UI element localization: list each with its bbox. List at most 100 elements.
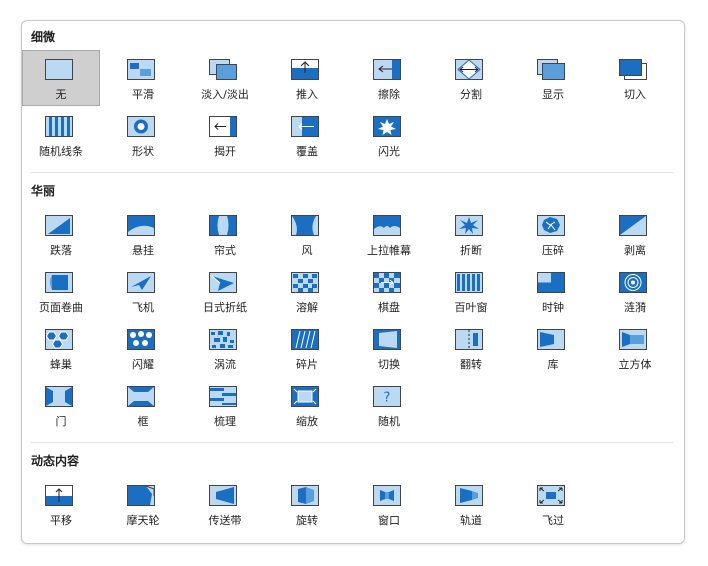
conveyor-icon xyxy=(208,484,238,507)
section-title-subtle: 细微 xyxy=(31,30,56,44)
transition-label: 平移 xyxy=(50,514,72,527)
transition-doors[interactable]: 门 xyxy=(22,377,100,433)
transition-label: 上拉帷幕 xyxy=(367,244,411,257)
transition-cover[interactable]: 覆盖 xyxy=(268,107,346,163)
transition-label: 百叶窗 xyxy=(454,301,488,314)
fade-icon xyxy=(208,58,238,81)
transition-shape[interactable]: 形状 xyxy=(104,107,182,163)
transition-label: 揭开 xyxy=(214,145,236,158)
transition-curtains[interactable]: 帘式 xyxy=(186,206,264,262)
flip-icon xyxy=(454,328,484,351)
transition-rotate[interactable]: 旋转 xyxy=(268,476,346,532)
transition-uncover[interactable]: 揭开 xyxy=(186,107,264,163)
transition-label: 擦除 xyxy=(378,88,400,101)
ripple-icon xyxy=(618,271,648,294)
transition-label: 门 xyxy=(55,415,67,428)
transition-honeycomb[interactable]: 蜂巢 xyxy=(22,320,100,376)
transition-cut[interactable]: 切入 xyxy=(596,50,674,106)
origami-icon xyxy=(208,271,238,294)
vortex-icon xyxy=(208,328,238,351)
transition-label: 切入 xyxy=(624,88,646,101)
transition-vortex[interactable]: 涡流 xyxy=(186,320,264,376)
transition-morph[interactable]: 平滑 xyxy=(104,50,182,106)
pan-icon xyxy=(44,484,74,507)
cover-icon xyxy=(290,115,320,138)
transition-zoom[interactable]: 缩放 xyxy=(268,377,346,433)
transition-fracture[interactable]: 折断 xyxy=(432,206,510,262)
wind-icon xyxy=(290,214,320,237)
transition-fade[interactable]: 淡入/淡出 xyxy=(186,50,264,106)
transition-label: 框 xyxy=(137,415,149,428)
transition-switch[interactable]: 切换 xyxy=(350,320,428,376)
transition-label: 闪耀 xyxy=(132,358,154,371)
transition-label: 轨道 xyxy=(460,514,482,527)
transition-label: 推入 xyxy=(296,88,318,101)
honeycomb-icon xyxy=(44,328,74,351)
transition-origami[interactable]: 日式折纸 xyxy=(186,263,264,319)
transition-label: 折断 xyxy=(460,244,482,257)
transition-flash[interactable]: 闪光 xyxy=(350,107,428,163)
transition-random-bars[interactable]: 随机线条 xyxy=(22,107,100,163)
transition-comb[interactable]: 梳理 xyxy=(186,377,264,433)
transition-push[interactable]: 推入 xyxy=(268,50,346,106)
transition-orbit[interactable]: 轨道 xyxy=(432,476,510,532)
transition-conveyor[interactable]: 传送带 xyxy=(186,476,264,532)
transition-drape[interactable]: 悬挂 xyxy=(104,206,182,262)
transition-pan[interactable]: 平移 xyxy=(22,476,100,532)
transition-crush[interactable]: 压碎 xyxy=(514,206,592,262)
transition-label: 日式折纸 xyxy=(203,301,247,314)
transition-peel-off[interactable]: 剥离 xyxy=(596,206,674,262)
transition-gallery[interactable]: 库 xyxy=(514,320,592,376)
transition-label: 窗口 xyxy=(378,514,400,527)
transition-label: 剥离 xyxy=(624,244,646,257)
transition-label: 旋转 xyxy=(296,514,318,527)
transition-blinds[interactable]: 百叶窗 xyxy=(432,263,510,319)
transition-ripple[interactable]: 涟漪 xyxy=(596,263,674,319)
transition-prestige[interactable]: 上拉帷幕 xyxy=(350,206,428,262)
transition-label: 飞机 xyxy=(132,301,154,314)
prestige-icon xyxy=(372,214,402,237)
checkerboard-icon xyxy=(372,271,402,294)
window-icon xyxy=(372,484,402,507)
ferris-wheel-icon xyxy=(126,484,156,507)
transition-label: 涟漪 xyxy=(624,301,646,314)
section-divider xyxy=(31,442,673,443)
transition-random[interactable]: ? 随机 xyxy=(350,377,428,433)
transition-box[interactable]: 框 xyxy=(104,377,182,433)
transition-dissolve[interactable]: 溶解 xyxy=(268,263,346,319)
transition-none[interactable]: 无 xyxy=(22,50,100,106)
transition-flip[interactable]: 翻转 xyxy=(432,320,510,376)
transition-ferris-wheel[interactable]: 摩天轮 xyxy=(104,476,182,532)
transition-checkerboard[interactable]: 棋盘 xyxy=(350,263,428,319)
random-icon: ? xyxy=(372,385,402,408)
transition-cube[interactable]: 立方体 xyxy=(596,320,674,376)
transition-wind[interactable]: 风 xyxy=(268,206,346,262)
transition-label: 飞过 xyxy=(542,514,564,527)
transition-fly-through[interactable]: 飞过 xyxy=(514,476,592,532)
transition-label: 涡流 xyxy=(214,358,236,371)
transition-label: 库 xyxy=(547,358,559,371)
transition-split[interactable]: 分割 xyxy=(432,50,510,106)
transition-fall-over[interactable]: 跌落 xyxy=(22,206,100,262)
transition-glitter[interactable]: 闪耀 xyxy=(104,320,182,376)
airplane-icon xyxy=(126,271,156,294)
glitter-icon xyxy=(126,328,156,351)
transition-clock[interactable]: 时钟 xyxy=(514,263,592,319)
transition-label: 传送带 xyxy=(208,514,242,527)
transition-wipe[interactable]: 擦除 xyxy=(350,50,428,106)
uncover-icon xyxy=(208,115,238,138)
zoom-icon xyxy=(290,385,320,408)
transition-page-curl[interactable]: 页面卷曲 xyxy=(22,263,100,319)
transition-label: 悬挂 xyxy=(132,244,154,257)
switch-icon xyxy=(372,328,402,351)
transition-label: 切换 xyxy=(378,358,400,371)
transition-window[interactable]: 窗口 xyxy=(350,476,428,532)
transition-label: 形状 xyxy=(132,145,154,158)
transition-airplane[interactable]: 飞机 xyxy=(104,263,182,319)
transition-label: 随机 xyxy=(378,415,400,428)
cut-icon xyxy=(618,58,648,81)
transition-reveal[interactable]: 显示 xyxy=(514,50,592,106)
transition-shred[interactable]: 碎片 xyxy=(268,320,346,376)
transition-label: 缩放 xyxy=(296,415,318,428)
transition-label: 碎片 xyxy=(296,358,318,371)
